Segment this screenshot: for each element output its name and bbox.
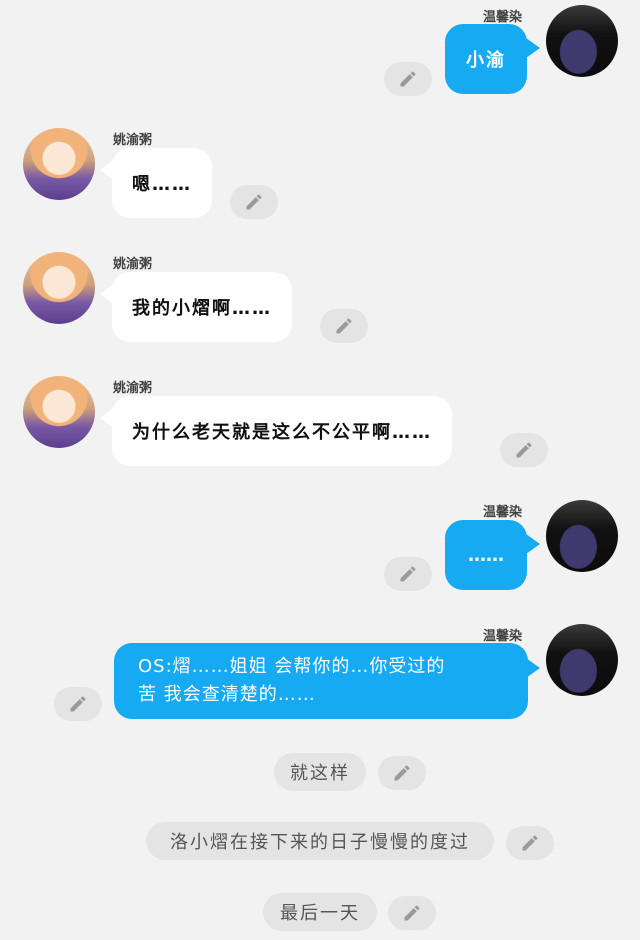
pencil-icon: [516, 442, 532, 458]
pencil-icon: [400, 566, 416, 582]
bubble-tail: [526, 534, 540, 554]
message-bubble[interactable]: ……: [445, 520, 527, 590]
narration-label: 就这样: [290, 763, 350, 784]
pencil-icon: [404, 905, 420, 921]
edit-button[interactable]: [378, 756, 426, 790]
avatar-yaoyuzhou[interactable]: [23, 252, 95, 324]
narration-text[interactable]: 就这样: [274, 753, 366, 791]
message-bubble[interactable]: 我的小熠啊……: [112, 272, 292, 342]
sender-name: 温馨染: [483, 629, 523, 644]
pencil-icon: [394, 765, 410, 781]
message-bubble[interactable]: 嗯……: [112, 148, 212, 218]
edit-button[interactable]: [388, 896, 436, 930]
pencil-icon: [246, 194, 262, 210]
avatar-yaoyuzhou[interactable]: [23, 128, 95, 200]
message-text: 小渝: [466, 50, 506, 71]
edit-button[interactable]: [230, 185, 278, 219]
sender-name: 温馨染: [483, 505, 523, 520]
avatar-wenxinran[interactable]: [546, 624, 618, 696]
avatar-wenxinran[interactable]: [546, 5, 618, 77]
pencil-icon: [336, 318, 352, 334]
narration-label: 洛小熠在接下来的日子慢慢的度过: [170, 832, 470, 853]
message-bubble[interactable]: 为什么老天就是这么不公平啊……: [112, 396, 452, 466]
message-text-line: 苦 我会查清楚的……: [138, 684, 316, 705]
message-text: 我的小熠啊……: [132, 298, 272, 319]
pencil-icon: [522, 835, 538, 851]
edit-button[interactable]: [384, 62, 432, 96]
edit-button[interactable]: [54, 687, 102, 721]
message-text: 为什么老天就是这么不公平啊……: [132, 422, 432, 443]
avatar-yaoyuzhou[interactable]: [23, 376, 95, 448]
pencil-icon: [400, 71, 416, 87]
edit-button[interactable]: [506, 826, 554, 860]
message-text: ……: [468, 544, 504, 566]
message-bubble[interactable]: OS:熠……姐姐 会帮你的…你受过的 苦 我会查清楚的……: [114, 643, 528, 719]
message-text: 嗯……: [132, 174, 192, 195]
sender-name: 姚渝粥: [113, 257, 153, 272]
narration-text[interactable]: 最后一天: [263, 893, 377, 931]
message-bubble[interactable]: 小渝: [445, 24, 527, 94]
edit-button[interactable]: [320, 309, 368, 343]
sender-name: 温馨染: [483, 10, 523, 25]
message-text-line: OS:熠……姐姐 会帮你的…你受过的: [138, 656, 446, 677]
edit-button[interactable]: [384, 557, 432, 591]
bubble-tail: [526, 38, 540, 58]
pencil-icon: [70, 696, 86, 712]
narration-label: 最后一天: [280, 903, 360, 924]
bubble-tail: [526, 658, 540, 678]
edit-button[interactable]: [500, 433, 548, 467]
narration-text[interactable]: 洛小熠在接下来的日子慢慢的度过: [146, 822, 494, 860]
avatar-wenxinran[interactable]: [546, 500, 618, 572]
sender-name: 姚渝粥: [113, 133, 153, 148]
sender-name: 姚渝粥: [113, 381, 153, 396]
